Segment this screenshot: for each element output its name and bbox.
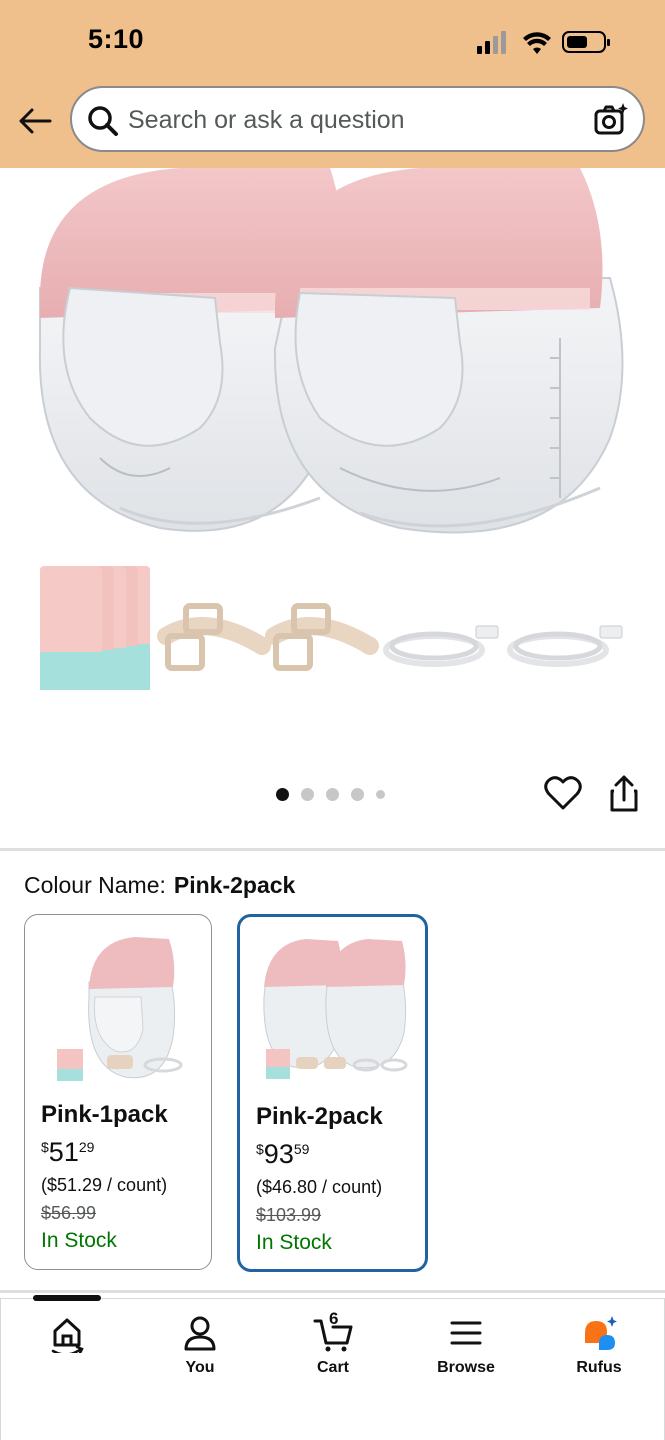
signal-icon	[477, 31, 506, 54]
unit-price: ($46.80 / count)	[256, 1177, 383, 1197]
back-button[interactable]	[14, 100, 56, 142]
carousel-dot[interactable]	[351, 787, 364, 801]
colour-label-text: Colour Name:	[24, 872, 166, 898]
strap-1	[157, 603, 271, 671]
stock-status: In Stock	[256, 1231, 332, 1254]
price-cents: 29	[78, 1139, 95, 1155]
variant-name: Pink-2pack	[256, 1103, 383, 1130]
price-symbol: $	[41, 1139, 49, 1155]
colour-selected-value: Pink-2pack	[173, 872, 296, 898]
product-main-image[interactable]	[0, 168, 665, 558]
divider	[0, 1290, 665, 1293]
carousel-dot[interactable]	[301, 787, 314, 801]
search-input[interactable]	[128, 102, 568, 138]
variant-thumbnail	[263, 939, 408, 1079]
price-whole: 93	[263, 1139, 294, 1169]
search-box[interactable]	[70, 86, 645, 152]
accessories-image	[40, 566, 623, 690]
active-tab-indicator	[33, 1295, 101, 1301]
price-whole: 51	[48, 1137, 79, 1167]
carousel-dots[interactable]	[276, 786, 385, 802]
carousel-dot[interactable]	[276, 787, 289, 801]
nav-cart[interactable]: 6 Cart	[283, 1309, 383, 1377]
breast-pump-right	[273, 168, 624, 534]
search-row	[0, 84, 665, 160]
variant-price: $5129	[41, 1137, 94, 1168]
header: 5:10	[0, 0, 665, 168]
wishlist-heart-icon[interactable]	[544, 774, 582, 812]
share-icon[interactable]	[606, 774, 642, 814]
battery-icon	[562, 31, 610, 53]
variant-thumbnail	[57, 937, 183, 1081]
camera-search-icon[interactable]	[593, 102, 629, 138]
nav-you[interactable]: You	[150, 1313, 250, 1377]
unit-price: ($51.29 / count)	[41, 1175, 168, 1195]
variant-name: Pink-1pack	[41, 1101, 168, 1128]
back-arrow-icon	[19, 108, 52, 134]
price-cents: 59	[293, 1141, 310, 1157]
was-price: $103.99	[256, 1205, 322, 1225]
usb-cable-2	[507, 625, 623, 667]
bottom-nav: You 6 Cart Browse Rufus	[0, 1295, 665, 1440]
rufus-icon	[585, 1316, 617, 1350]
cart-count-badge: 6	[329, 1309, 339, 1328]
colour-label: Colour Name: Pink-2pack	[24, 872, 295, 899]
home-icon	[51, 1318, 84, 1353]
nav-home[interactable]	[17, 1313, 117, 1377]
was-price: $56.99	[41, 1203, 97, 1223]
price-symbol: $	[256, 1141, 264, 1157]
nav-you-label: You	[185, 1359, 215, 1376]
status-icons	[477, 31, 610, 54]
variant-price: $9359	[256, 1139, 309, 1170]
nav-rufus[interactable]: Rufus	[549, 1313, 649, 1377]
search-icon	[88, 106, 118, 136]
carousel-dot[interactable]	[326, 787, 339, 801]
strap-2	[265, 603, 379, 671]
divider	[0, 848, 665, 851]
variant-card-pink-1pack[interactable]: Pink-1pack $5129 ($51.29 / count) $56.99…	[24, 914, 212, 1270]
menu-icon	[450, 1321, 482, 1345]
status-bar: 5:10	[0, 0, 665, 84]
stock-status: In Stock	[41, 1229, 117, 1252]
nav-browse[interactable]: Browse	[416, 1313, 516, 1377]
status-time: 5:10	[88, 24, 145, 54]
milk-bags	[40, 566, 150, 690]
carousel-dot[interactable]	[376, 789, 385, 799]
wifi-icon	[523, 32, 551, 54]
usb-cable-1	[383, 625, 499, 667]
nav-cart-label: Cart	[316, 1359, 349, 1376]
variant-card-pink-2pack[interactable]: Pink-2pack $9359 ($46.80 / count) $103.9…	[237, 914, 428, 1272]
nav-browse-label: Browse	[437, 1359, 495, 1376]
nav-rufus-label: Rufus	[576, 1359, 622, 1376]
person-icon	[184, 1316, 216, 1351]
